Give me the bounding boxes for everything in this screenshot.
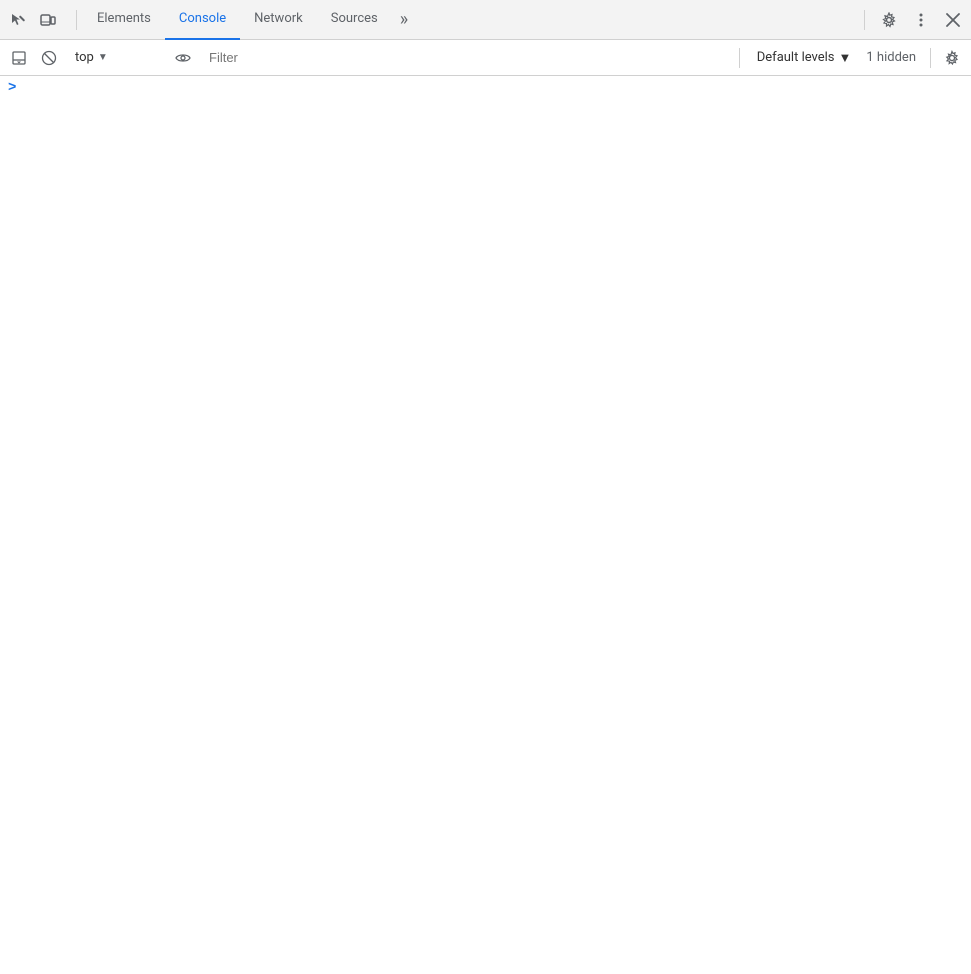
console-toolbar: top ▼ Default levels ▼ 1 hidden <box>0 40 971 76</box>
three-dot-icon <box>913 12 929 28</box>
tab-elements-label: Elements <box>97 11 151 26</box>
tab-network[interactable]: Network <box>240 0 317 40</box>
cursor-icon <box>10 12 26 28</box>
settings-button[interactable] <box>875 6 903 34</box>
tab-console[interactable]: Console <box>165 0 240 40</box>
more-tabs-icon: » <box>400 9 408 30</box>
device-icon <box>40 12 56 28</box>
tab-elements[interactable]: Elements <box>83 0 165 40</box>
toolbar-divider <box>739 48 740 68</box>
context-label: top <box>75 50 94 65</box>
devtools-controls <box>4 6 62 34</box>
tab-sources-label: Sources <box>331 11 378 26</box>
live-expressions-button[interactable] <box>170 45 196 71</box>
tabs-container: Elements Console Network Sources » <box>83 0 416 40</box>
drawer-icon <box>12 51 26 65</box>
filter-input[interactable] <box>200 46 731 70</box>
console-area[interactable]: > <box>0 76 971 974</box>
toolbar-divider-2 <box>930 48 931 68</box>
tab-bar-divider <box>76 10 77 30</box>
gear-icon <box>881 12 897 28</box>
levels-arrow-icon: ▼ <box>839 50 852 66</box>
more-options-button[interactable] <box>907 6 935 34</box>
eye-icon <box>175 52 191 64</box>
levels-label: Default levels <box>757 50 835 65</box>
device-toolbar-button[interactable] <box>34 6 62 34</box>
hidden-messages-badge: 1 hidden <box>860 50 922 65</box>
clear-icon <box>41 50 57 66</box>
show-drawer-button[interactable] <box>6 45 32 71</box>
inspect-button[interactable] <box>4 6 32 34</box>
console-gear-icon <box>944 50 960 66</box>
prompt-arrow-icon: > <box>8 80 16 96</box>
tab-bar: Elements Console Network Sources » <box>0 0 971 40</box>
context-arrow-icon: ▼ <box>98 52 108 63</box>
close-icon <box>946 13 960 27</box>
tab-console-label: Console <box>179 11 226 26</box>
tab-network-label: Network <box>254 11 303 26</box>
more-tabs-button[interactable]: » <box>392 0 416 40</box>
tab-bar-right-controls <box>858 6 967 34</box>
close-devtools-button[interactable] <box>939 6 967 34</box>
tab-sources[interactable]: Sources <box>317 0 392 40</box>
console-settings-button[interactable] <box>939 45 965 71</box>
tab-bar-right-divider <box>864 10 865 30</box>
log-levels-selector[interactable]: Default levels ▼ <box>748 46 857 70</box>
context-selector[interactable]: top ▼ <box>66 46 166 70</box>
clear-console-button[interactable] <box>36 45 62 71</box>
console-prompt[interactable]: > <box>0 76 971 100</box>
